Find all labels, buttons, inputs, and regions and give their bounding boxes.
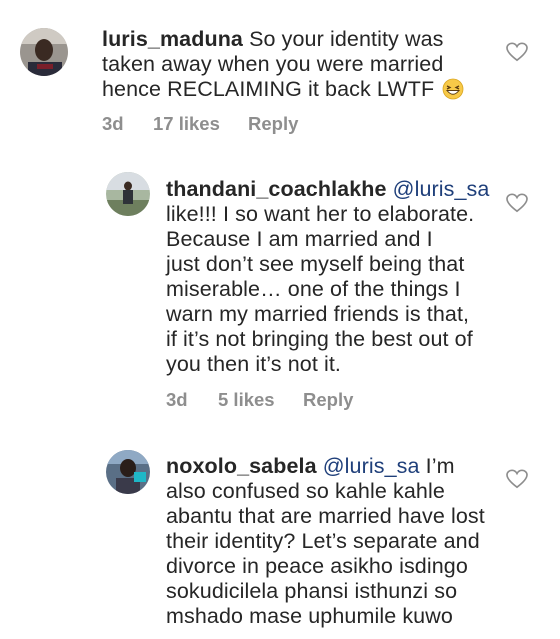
avatar-noxolo-sabela[interactable] — [106, 450, 150, 494]
comment-line: if it’s not bringing the best out of — [166, 327, 473, 351]
reply-button[interactable]: Reply — [303, 389, 353, 411]
comment-line: sokudicilela phansi isthunzi so — [166, 579, 458, 603]
comment-line: divorce in peace asikho isdingo — [166, 554, 468, 578]
comment-line: Because I am married and I — [166, 227, 433, 251]
grinning-squinting-face-icon — [442, 78, 464, 100]
like-heart-icon[interactable] — [506, 42, 528, 62]
comment-likes[interactable]: 5 likes — [218, 389, 275, 411]
comment-line: also confused so kahle kahle — [166, 479, 445, 503]
comment-line: abantu that are married have lost — [166, 504, 485, 528]
comment-likes[interactable]: 17 likes — [153, 113, 220, 135]
comment-line: just don’t see myself being that — [166, 252, 465, 276]
comment-username[interactable]: noxolo_sabela — [166, 454, 317, 478]
comment-line: So your identity was — [249, 27, 444, 51]
comment-username[interactable]: luris_maduna — [102, 27, 243, 51]
comment-username[interactable]: thandani_coachlakhe — [166, 177, 387, 201]
comment-meta: 3d 17 likes Reply — [102, 113, 402, 135]
like-heart-icon[interactable] — [506, 469, 528, 489]
comment-time: 3d — [102, 113, 124, 134]
avatar-photo-icon — [106, 450, 150, 494]
comment-line: their identity? Let’s separate and — [166, 529, 480, 553]
comment-line: miserable… one of the things I — [166, 277, 461, 301]
avatar-luris-maduna[interactable] — [20, 28, 68, 76]
avatar-thandani-coachlakhe[interactable] — [106, 172, 150, 216]
comment-line: mshado mase uphumile kuwo — [166, 604, 453, 628]
comment-text: luris_maduna So your identity was taken … — [102, 27, 542, 102]
comment-meta: 3d 5 likes Reply — [166, 389, 466, 411]
comment-line: hence RECLAIMING it back LWTF — [102, 77, 435, 101]
comment-line: like!!! I so want her to elaborate. — [166, 202, 475, 226]
avatar-photo-icon — [106, 172, 150, 216]
comment-line: you then it’s not it. — [166, 352, 342, 376]
reply-button[interactable]: Reply — [248, 113, 298, 135]
comment-line: warn my married friends is that, — [166, 302, 470, 326]
comment-time: 3d — [166, 389, 188, 410]
avatar-photo-icon — [20, 28, 68, 76]
mention-link[interactable]: @luris_sa — [323, 454, 420, 478]
like-heart-icon[interactable] — [506, 193, 528, 213]
mention-link[interactable]: @luris_sa — [393, 177, 490, 201]
comment-text: noxolo_sabela @luris_sa I’m also confuse… — [166, 454, 516, 629]
comment-line: taken away when you were married — [102, 52, 444, 76]
comment-line: I’m — [425, 454, 455, 478]
comment-text: thandani_coachlakhe @luris_sa like!!! I … — [166, 177, 516, 377]
